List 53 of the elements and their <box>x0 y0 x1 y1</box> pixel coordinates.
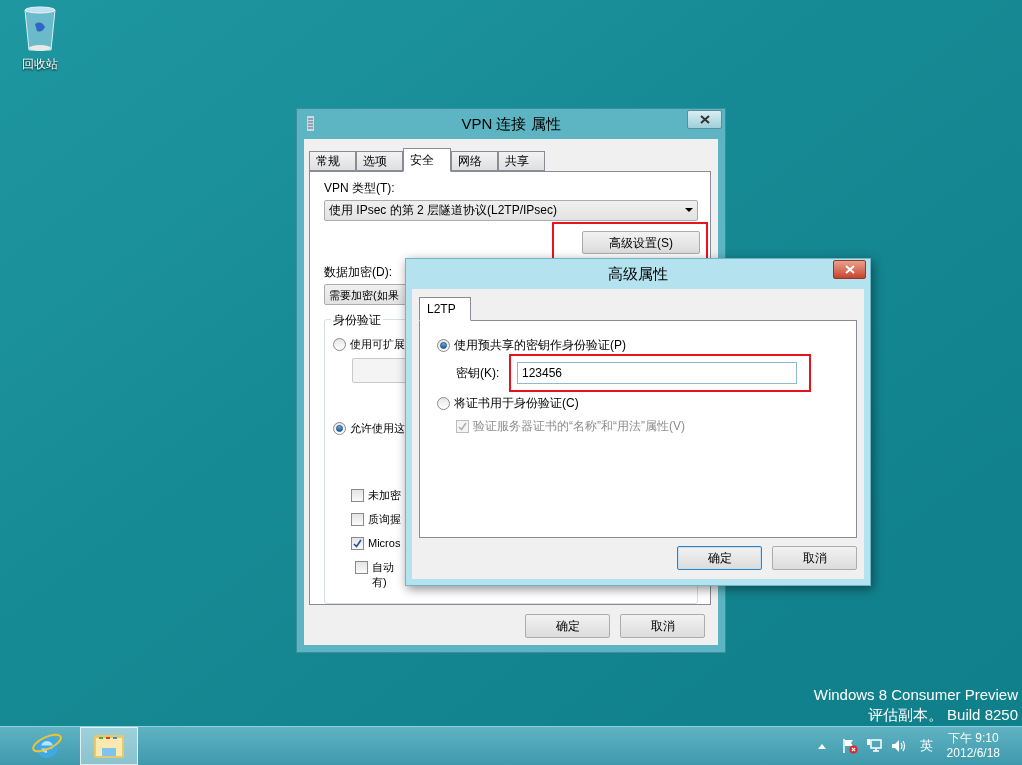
dialog-button[interactable]: 取消 <box>772 546 857 570</box>
field-label: VPN 类型(T): <box>324 180 395 197</box>
tab[interactable]: L2TP <box>419 297 471 321</box>
clock-date: 2012/6/18 <box>946 746 1000 761</box>
checkbox[interactable] <box>351 537 364 551</box>
window-title: VPN 连接 属性 <box>461 113 561 134</box>
app-icon <box>307 116 314 131</box>
checkbox-label: 质询握 <box>368 512 401 528</box>
checkbox-label: 有) <box>371 575 388 591</box>
radio-label: 将证书用于身份验证(C) <box>454 395 579 412</box>
checkbox-label: 验证服务器证书的“名称”和“用法”属性(V) <box>473 418 685 435</box>
tab[interactable]: 安全 <box>403 148 451 172</box>
folder-icon <box>92 732 126 760</box>
network-icon[interactable] <box>865 738 882 754</box>
dialog-button[interactable]: 确定 <box>677 546 762 570</box>
checkbox[interactable] <box>351 489 364 503</box>
close-icon <box>844 265 855 274</box>
edition-text: Windows 8 Consumer Preview <box>813 685 1018 705</box>
show-hidden-icons-icon[interactable] <box>817 743 826 749</box>
dropdown[interactable]: 使用 IPsec 的第 2 层隧道协议(L2TP/IPsec) <box>324 200 698 221</box>
radio-label: 使用预共享的密钥作身份验证(P) <box>454 337 626 354</box>
field-label: 密钥(K): <box>456 365 501 382</box>
checkbox[interactable] <box>355 561 368 575</box>
field-label: 数据加密(D): <box>324 264 392 282</box>
checkbox-label: 自动 <box>372 560 394 576</box>
radio-button[interactable] <box>333 338 346 352</box>
flag-icon[interactable] <box>841 738 858 754</box>
checkbox-label: Micros <box>368 536 401 552</box>
close-button[interactable] <box>687 110 722 129</box>
tab[interactable]: 共享 <box>498 151 545 171</box>
window-title: 高级属性 <box>608 263 668 284</box>
tab[interactable]: 选项 <box>356 151 403 171</box>
desktop-icon-label: 回收站 <box>22 56 58 73</box>
checkbox-label: 未加密 <box>368 488 401 504</box>
radio-label: 允许使用这 <box>350 421 405 437</box>
tab[interactable]: 常规 <box>309 151 356 171</box>
close-button[interactable] <box>833 260 866 279</box>
close-icon <box>699 115 710 124</box>
browser-icon <box>31 731 63 761</box>
advanced-settings-button[interactable]: 高级设置(S) <box>582 231 700 255</box>
recycle-bin-icon[interactable] <box>23 6 57 52</box>
radio-button[interactable] <box>333 422 346 436</box>
speaker-icon[interactable] <box>889 738 906 754</box>
radio-button[interactable] <box>437 338 450 352</box>
tab[interactable]: 网络 <box>451 151 498 171</box>
key-input[interactable]: 123456 <box>517 362 797 384</box>
radio-button[interactable] <box>437 396 450 410</box>
dialog-button[interactable]: 确定 <box>525 614 610 638</box>
clock-time: 下午 9:10 <box>947 731 999 746</box>
radio-label: 使用可扩展 <box>350 337 405 353</box>
edition-text: 评估副本。 Build 8250 <box>867 705 1018 725</box>
checkbox[interactable] <box>351 513 364 527</box>
dialog-button[interactable]: 取消 <box>620 614 705 638</box>
